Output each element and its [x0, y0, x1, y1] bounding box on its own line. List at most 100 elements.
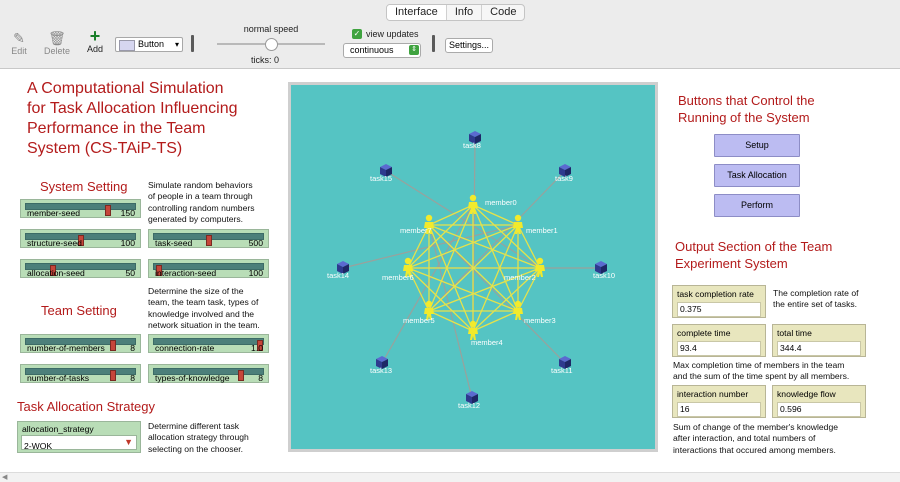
speed-slider[interactable] [217, 38, 325, 51]
buttons-section-heading: Buttons that Control the Running of the … [678, 92, 815, 126]
view-updates-label: view updates [366, 29, 419, 39]
person-icon [514, 214, 522, 222]
model-title-line: Performance in the Team [27, 120, 206, 137]
slider-value: 8 [130, 373, 135, 383]
delete-button[interactable]: 🗑︎ Delete [42, 30, 72, 56]
world-view[interactable]: member0 member1 member2 member3 member4 membe… [291, 85, 655, 449]
tab-info[interactable]: Info [447, 5, 483, 20]
output-section-heading: Output Section of the Team Experiment Sy… [675, 238, 832, 272]
tab-interface[interactable]: Interface [387, 5, 447, 20]
chooser-label: allocation_strategy [22, 424, 94, 434]
ticks-label: ticks: 0 [251, 55, 280, 65]
desc-line: selecting on the chooser. [148, 443, 244, 454]
plus-icon: + [89, 26, 101, 46]
slider-label: member-seed [27, 208, 81, 218]
slider-thumb[interactable] [104, 205, 111, 216]
slider-label: structure-seed [27, 238, 82, 248]
heading-line: Buttons that Control the [678, 93, 815, 108]
setup-button[interactable]: Setup [714, 134, 800, 157]
monitor-value: 93.4 [677, 341, 761, 356]
settings-button[interactable]: Settings... [445, 38, 493, 53]
task-label: task13 [370, 366, 392, 375]
monitor-label: knowledge flow [777, 389, 836, 399]
heading-line: Output Section of the Team [675, 239, 833, 254]
member-label: member7 [400, 226, 432, 235]
number-of-tasks-slider[interactable]: number-of-tasks 8 [20, 364, 141, 383]
task-completion-rate-monitor: task completion rate 0.375 [672, 285, 766, 318]
monitor-label: task completion rate [677, 289, 754, 299]
monitor-value: 0.375 [677, 302, 761, 317]
dropdown-triangle-icon: ▼ [124, 437, 133, 447]
monitor-value: 16 [677, 402, 761, 417]
slider-value: 100 [120, 238, 135, 248]
monitor-value: 344.4 [777, 341, 861, 356]
number-of-members-slider[interactable]: number-of-members 8 [20, 334, 141, 353]
task-label: task11 [551, 366, 573, 375]
knowledge-note: Sum of change of the member's knowledge … [673, 422, 838, 456]
heading-line: Experiment System [675, 256, 788, 271]
person-icon [425, 214, 433, 222]
slider-thumb[interactable] [205, 235, 212, 246]
types-of-knowledge-slider[interactable]: types-of-knowledge 8 [148, 364, 269, 383]
slider-value: 1.0 [251, 343, 263, 353]
desc-line: Determine the size of the [148, 286, 244, 296]
member-label: member3 [524, 316, 556, 325]
button-widget-icon [119, 40, 135, 51]
model-title-line: A Computational Simulation [27, 80, 224, 97]
allocation-seed-slider[interactable]: allocation-seed 50 [20, 259, 141, 278]
knowledge-flow-monitor: knowledge flow 0.596 [772, 385, 866, 418]
speed-slider-thumb[interactable] [265, 38, 278, 51]
slider-label: number-of-tasks [27, 373, 90, 383]
connection-rate-slider[interactable]: connection-rate 1.0 [148, 334, 269, 353]
structure-seed-slider[interactable]: structure-seed 100 [20, 229, 141, 248]
tab-code[interactable]: Code [482, 5, 524, 20]
add-label: Add [86, 44, 103, 54]
chooser-value-box[interactable]: 2-WOK ▼ [21, 435, 137, 451]
allocation-strategy-chooser[interactable]: allocation_strategy 2-WOK ▼ [17, 421, 141, 453]
slider-value: 150 [120, 208, 135, 218]
edit-button[interactable]: ✎ Edit [6, 30, 32, 56]
slider-thumb[interactable] [110, 370, 117, 381]
task-label: task15 [370, 174, 392, 183]
member-label: member2 [504, 273, 536, 282]
desc-line: Determine different task [148, 421, 240, 431]
widget-type-select[interactable]: Button ▾ [115, 37, 183, 52]
person-icon [469, 194, 477, 202]
monitor-label: interaction number [677, 389, 749, 399]
team-setting-heading: Team Setting [41, 303, 117, 318]
note-line: the entire set of tasks. [773, 299, 858, 310]
trash-icon: 🗑︎ [48, 30, 66, 46]
view-updates-checkbox[interactable]: ✓ [352, 29, 362, 39]
note-line: and the sum of the time spent by all mem… [673, 371, 850, 382]
person-icon [514, 300, 522, 308]
strategy-heading: Task Allocation Strategy [17, 399, 156, 414]
model-title-line: System (CS-TAiP-TS) [27, 140, 183, 157]
model-title-line: for Task Allocation Influencing [27, 100, 238, 117]
slider-value: 8 [258, 373, 263, 383]
task-seed-slider[interactable]: task-seed 500 [148, 229, 269, 248]
slider-value: 100 [248, 268, 263, 278]
complete-time-monitor: complete time 93.4 [672, 324, 766, 357]
toolbar-separator-2 [432, 35, 435, 52]
member-label: member4 [471, 338, 503, 347]
add-button[interactable]: + Add [82, 26, 108, 54]
member-label: member0 [485, 198, 517, 207]
update-mode-value: continuous [350, 45, 394, 55]
person-icon [536, 257, 544, 265]
perform-button[interactable]: Perform [714, 194, 800, 217]
update-mode-select[interactable]: continuous ⇕ [343, 43, 421, 58]
widget-type-value: Button [138, 39, 165, 49]
desc-line: allocation strategy through [148, 432, 249, 443]
member-seed-slider[interactable]: member-seed 150 [20, 199, 141, 218]
slider-thumb[interactable] [238, 370, 245, 381]
interaction-seed-slider[interactable]: interaction-seed 100 [148, 259, 269, 278]
note-line: Sum of change of the member's knowledge [673, 422, 839, 432]
chevron-down-icon: ▾ [174, 40, 179, 49]
scroll-left-icon[interactable]: ◀ [2, 473, 7, 481]
edit-label: Edit [11, 46, 27, 56]
model-title: A Computational Simulation for Task Allo… [27, 79, 238, 159]
task-allocation-button[interactable]: Task Allocation [714, 164, 800, 187]
monitor-label: total time [777, 328, 812, 338]
slider-thumb[interactable] [110, 340, 117, 351]
slider-label: task-seed [155, 238, 193, 248]
